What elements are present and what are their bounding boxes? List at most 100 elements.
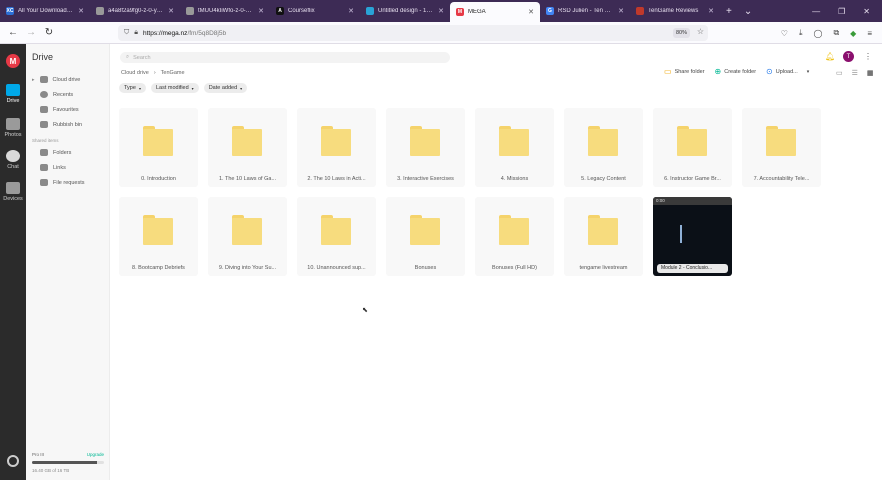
- video-thumbnail-icon: [680, 225, 682, 243]
- folder-name: Bonuses: [414, 265, 437, 271]
- upgrade-link[interactable]: Upgrade: [87, 452, 104, 457]
- browser-tab[interactable]: Untitled design - 1200 x ✕: [360, 0, 450, 22]
- maximize-icon[interactable]: ❐: [838, 7, 845, 16]
- address-bar[interactable]: ⛉ 🔒︎ https://mega.nz /fm/5q8D8j5b 80% ☆: [118, 25, 708, 41]
- close-tab-icon[interactable]: ✕: [528, 8, 534, 16]
- video-file-card[interactable]: 0:00 Module 2 - Conclusio...: [653, 197, 732, 276]
- browser-tab[interactable]: a4a8f2a9fg0-z-0-y-668ad4fa0✕: [90, 0, 180, 22]
- search-input[interactable]: ⌕ Search: [120, 52, 450, 63]
- notification-bell-icon[interactable]: 🔔︎: [825, 52, 835, 61]
- browser-tab[interactable]: A Courseflix ✕: [270, 0, 360, 22]
- folder-card[interactable]: Bonuses (Full HD): [475, 197, 554, 276]
- zoom-level[interactable]: 80%: [672, 28, 690, 38]
- folder-card[interactable]: 5. Legacy Content: [564, 108, 643, 187]
- create-folder-label: Create folder: [724, 69, 757, 75]
- drive-sidebar: Drive ▸ Cloud drive Recents Favourites R…: [26, 44, 110, 480]
- folder-card[interactable]: 7. Accountability Tele...: [742, 108, 821, 187]
- avatar[interactable]: T: [843, 51, 854, 62]
- tab-title: RSD Julien - Ten Game - C: [558, 8, 614, 14]
- folder-card[interactable]: 8. Bootcamp Debriefs: [119, 197, 198, 276]
- folder-card[interactable]: Bonuses: [386, 197, 465, 276]
- browser-tab[interactable]: XC All Your Downloadable Eb ✕: [0, 0, 90, 22]
- rail-item-photos[interactable]: Photos: [0, 118, 26, 138]
- sidebar-item-file-requests[interactable]: File requests: [40, 179, 85, 186]
- settings-gear-icon[interactable]: [7, 455, 19, 467]
- close-tab-icon[interactable]: ✕: [78, 7, 84, 15]
- reload-icon[interactable]: ↻: [40, 24, 58, 42]
- sidebar-item-favourites[interactable]: Favourites: [40, 106, 79, 113]
- extension-green-icon[interactable]: ◆: [850, 29, 856, 38]
- folder-card[interactable]: 4. Missions: [475, 108, 554, 187]
- minimize-icon[interactable]: —: [812, 7, 820, 16]
- storage-panel: Pro III Upgrade 16.40 GB of 16 TB: [32, 452, 104, 473]
- close-tab-icon[interactable]: ✕: [258, 7, 264, 15]
- browser-tab[interactable]: TenGame Reviews ✕: [630, 0, 720, 22]
- pocket-icon[interactable]: ♡: [781, 29, 788, 38]
- more-options-icon[interactable]: ⋮: [864, 52, 872, 61]
- filter-last-modified[interactable]: Last modified ▾: [150, 83, 199, 93]
- folder-card[interactable]: 10. Unannounced sup...: [297, 197, 376, 276]
- browser-tab[interactable]: M MEGA ✕: [450, 2, 540, 22]
- breadcrumb-cloud-drive[interactable]: Cloud drive: [121, 70, 149, 76]
- share-folder-button[interactable]: ▭ Share folder: [664, 68, 705, 76]
- menu-icon[interactable]: ≡: [867, 29, 872, 38]
- folder-card[interactable]: 0. Introduction: [119, 108, 198, 187]
- sidebar-item-folders[interactable]: Folders: [40, 149, 71, 156]
- folder-icon: [143, 126, 173, 156]
- close-tab-icon[interactable]: ✕: [168, 7, 174, 15]
- breadcrumb-current[interactable]: TenGame: [161, 70, 185, 76]
- folder-card[interactable]: 1. The 10 Laws of Ga...: [208, 108, 287, 187]
- trash-icon: [40, 121, 48, 128]
- folder-name: Bonuses (Full HD): [492, 265, 537, 271]
- grid-view-icon[interactable]: ▦: [867, 69, 874, 77]
- folder-card[interactable]: 9. Diving into Your Su...: [208, 197, 287, 276]
- extensions-icon[interactable]: ⧉: [833, 28, 839, 38]
- filter-date-added[interactable]: Date added ▾: [203, 83, 248, 93]
- upload-button[interactable]: ⊙ Upload... ▾: [766, 68, 809, 76]
- browser-tab[interactable]: G RSD Julien - Ten Game - C ✕: [540, 0, 630, 22]
- close-tab-icon[interactable]: ✕: [348, 7, 354, 15]
- close-tab-icon[interactable]: ✕: [618, 7, 624, 15]
- folder-card[interactable]: 6. Instructor Game Br...: [653, 108, 732, 187]
- back-icon[interactable]: ←: [4, 24, 22, 42]
- sidebar-item-recents[interactable]: Recents: [40, 91, 73, 98]
- browser-tab[interactable]: tMUU4kIiWfo-z-0-y-666ad2c✕: [180, 0, 270, 22]
- lock-icon[interactable]: 🔒︎: [134, 29, 138, 37]
- downloads-icon[interactable]: ⤓: [799, 28, 803, 38]
- folder-icon: [321, 126, 351, 156]
- folder-card[interactable]: 3. Interactive Exercises: [386, 108, 465, 187]
- sidebar-item-rubbish-bin[interactable]: Rubbish bin: [40, 121, 82, 128]
- chat-icon: [6, 150, 20, 162]
- close-tab-icon[interactable]: ✕: [708, 7, 714, 15]
- filter-type[interactable]: Type ▾: [119, 83, 146, 93]
- details-view-icon[interactable]: ▭: [836, 69, 843, 77]
- folder-card[interactable]: tengame livestream: [564, 197, 643, 276]
- mega-logo-icon[interactable]: M: [6, 54, 20, 68]
- tab-title: Untitled design - 1200 x: [378, 8, 434, 14]
- list-view-icon[interactable]: ☰: [852, 69, 858, 77]
- sidebar-item-cloud-drive[interactable]: ▸ Cloud drive: [32, 76, 80, 83]
- chevron-right-icon[interactable]: ▸: [32, 77, 35, 83]
- create-folder-button[interactable]: ⊕ Create folder: [715, 68, 757, 76]
- forward-icon[interactable]: →: [22, 24, 40, 42]
- close-window-icon[interactable]: ✕: [863, 7, 870, 16]
- sidebar-item-links[interactable]: Links: [40, 164, 66, 171]
- tab-title: MEGA: [468, 9, 486, 15]
- tab-list-button[interactable]: ⌄: [738, 6, 758, 17]
- storage-bar-fill: [32, 461, 97, 464]
- new-tab-button[interactable]: +: [720, 6, 738, 17]
- shared-folder-icon: [40, 149, 48, 156]
- folder-card[interactable]: 2. The 10 Laws in Acti...: [297, 108, 376, 187]
- upload-label: Upload...: [775, 69, 798, 75]
- folder-name: 9. Diving into Your Su...: [218, 265, 277, 271]
- rail-item-devices[interactable]: Devices: [0, 182, 26, 202]
- file-request-icon: [40, 179, 48, 186]
- rail-item-drive[interactable]: Drive: [0, 84, 26, 104]
- close-tab-icon[interactable]: ✕: [438, 7, 444, 15]
- account-icon[interactable]: ◯: [814, 29, 823, 38]
- rail-item-chat[interactable]: Chat: [0, 150, 26, 170]
- shield-icon[interactable]: ⛉: [124, 29, 129, 37]
- sidebar-title: Drive: [32, 52, 54, 62]
- tab-favicon-icon: G: [546, 7, 554, 15]
- bookmark-star-icon[interactable]: ☆: [697, 27, 704, 36]
